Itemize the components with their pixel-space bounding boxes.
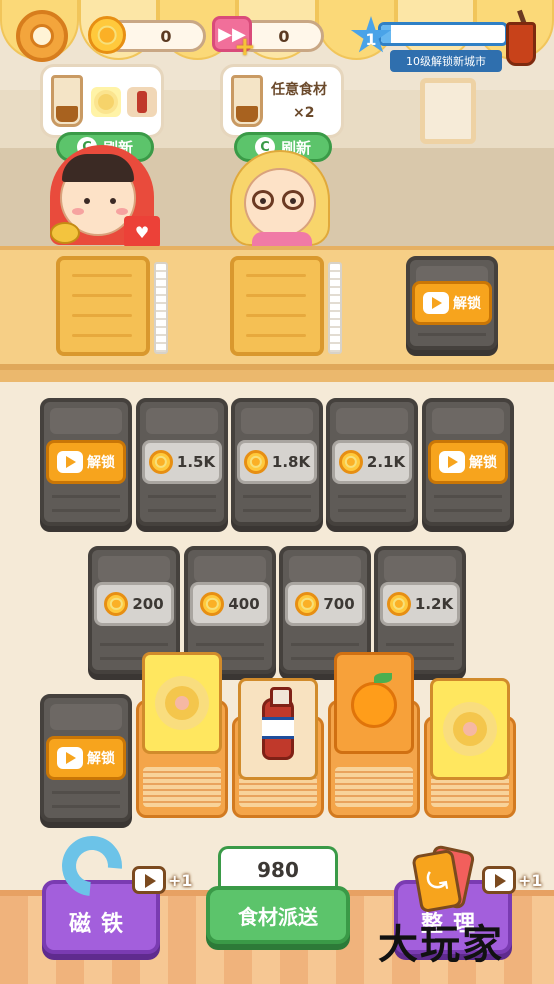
- unlock-button[interactable]: 解锁: [46, 736, 126, 780]
- buy-slot-button[interactable]: 700: [285, 582, 365, 626]
- counter-edge: [0, 370, 554, 382]
- sort-cards-icon: ⤿: [411, 844, 476, 916]
- coin-icon: [386, 592, 411, 616]
- price-label: 2.1K: [366, 453, 406, 471]
- video-ad-icon: [482, 866, 516, 894]
- buy-slot-button[interactable]: 1.8K: [237, 440, 317, 484]
- sort-bonus: +1: [518, 870, 543, 890]
- price-label: 1.8K: [271, 453, 311, 471]
- unlock-label: 解锁: [87, 751, 115, 767]
- milk-tea-icon: [231, 75, 263, 127]
- coin-hand-icon: [50, 222, 80, 244]
- coin-count: 0: [160, 26, 172, 46]
- ingredient-card-flower[interactable]: [430, 678, 510, 780]
- video-ad-icon: [57, 747, 83, 769]
- flower-icon: [165, 686, 199, 720]
- coin-icon: [104, 592, 129, 616]
- unlock-label: 解锁: [469, 455, 497, 471]
- ingredient-card-flower[interactable]: [142, 652, 222, 754]
- ingredient-count: 980: [218, 846, 338, 890]
- buy-slot-button[interactable]: 400: [190, 582, 270, 626]
- unlock-button[interactable]: 解锁: [46, 440, 126, 484]
- coin-icon: [295, 592, 320, 616]
- board-slot: 1.5K: [136, 398, 228, 526]
- level-progress-bar: [378, 22, 508, 46]
- coin-icon: [200, 592, 225, 616]
- order-multiplier: ×2: [293, 105, 315, 121]
- price-label: 400: [228, 595, 260, 613]
- skip-count: 0: [278, 26, 290, 46]
- bottle-icon: [262, 687, 294, 760]
- board-slot: 2.1K: [326, 398, 418, 526]
- buy-slot-button[interactable]: 200: [94, 582, 174, 626]
- video-ad-icon: [439, 451, 465, 473]
- watermark: 大玩家: [378, 922, 504, 968]
- buy-slot-button[interactable]: 1.2K: [380, 582, 460, 626]
- price-label: 700: [323, 595, 355, 613]
- price-label: 1.2K: [414, 595, 454, 613]
- buy-slot-button[interactable]: 2.1K: [332, 440, 412, 484]
- send-label: 食材派送: [238, 904, 318, 929]
- video-ad-icon: [423, 292, 449, 314]
- tray-gauge-1: [154, 262, 168, 354]
- price-label: 1.5K: [176, 453, 216, 471]
- video-ad-icon: [132, 866, 166, 894]
- heart-box-icon: ♥: [124, 216, 160, 248]
- ingredient-card-bottle[interactable]: [238, 678, 318, 780]
- tray-gauge-2: [328, 262, 342, 354]
- coin-icon: [148, 450, 173, 474]
- city-drink-icon[interactable]: [500, 9, 540, 70]
- orange-icon: [351, 672, 397, 728]
- serving-tray-2[interactable]: [230, 256, 324, 356]
- flower-icon: [453, 712, 487, 746]
- order-bubble-1: [40, 64, 164, 138]
- bottle-icon: [127, 87, 157, 117]
- serving-tray-1[interactable]: [56, 256, 150, 356]
- price-label: 200: [132, 595, 164, 613]
- settings-gear-icon[interactable]: [16, 10, 68, 62]
- unlock-button[interactable]: 解锁: [428, 440, 508, 484]
- board-slot: 1.8K: [231, 398, 323, 526]
- magnet-label: 磁铁: [68, 912, 133, 937]
- flower-icon: [91, 87, 121, 117]
- order-any-ingredient: 任意食材: [271, 82, 327, 98]
- board-slot: 解锁: [40, 398, 132, 526]
- unlock-label: 解锁: [87, 455, 115, 471]
- send-ingredients-button[interactable]: 食材派送: [206, 886, 350, 944]
- level-caption: 10级解锁新城市: [390, 50, 502, 72]
- coin-icon: [88, 16, 126, 54]
- unlock-button[interactable]: 解锁: [412, 281, 492, 325]
- skip-plus-icon: +: [234, 32, 256, 62]
- locked-tray-3: 解锁: [406, 256, 498, 350]
- back-window: [420, 78, 476, 144]
- board-slot: 解锁: [40, 694, 132, 822]
- video-ad-icon: [57, 451, 83, 473]
- magnet-ad-bonus: +1: [132, 866, 193, 894]
- buy-slot-button[interactable]: 1.5K: [142, 440, 222, 484]
- magnet-bonus: +1: [168, 870, 193, 890]
- coin-icon: [243, 450, 268, 474]
- order-bubble-2: 任意食材 ×2: [220, 64, 344, 138]
- milk-tea-icon: [51, 75, 83, 127]
- coin-icon: [338, 450, 363, 474]
- sort-ad-bonus: +1: [482, 866, 543, 894]
- board-slot: 解锁: [422, 398, 514, 526]
- ingredient-card-orange[interactable]: [334, 652, 414, 754]
- unlock-label: 解锁: [453, 296, 481, 312]
